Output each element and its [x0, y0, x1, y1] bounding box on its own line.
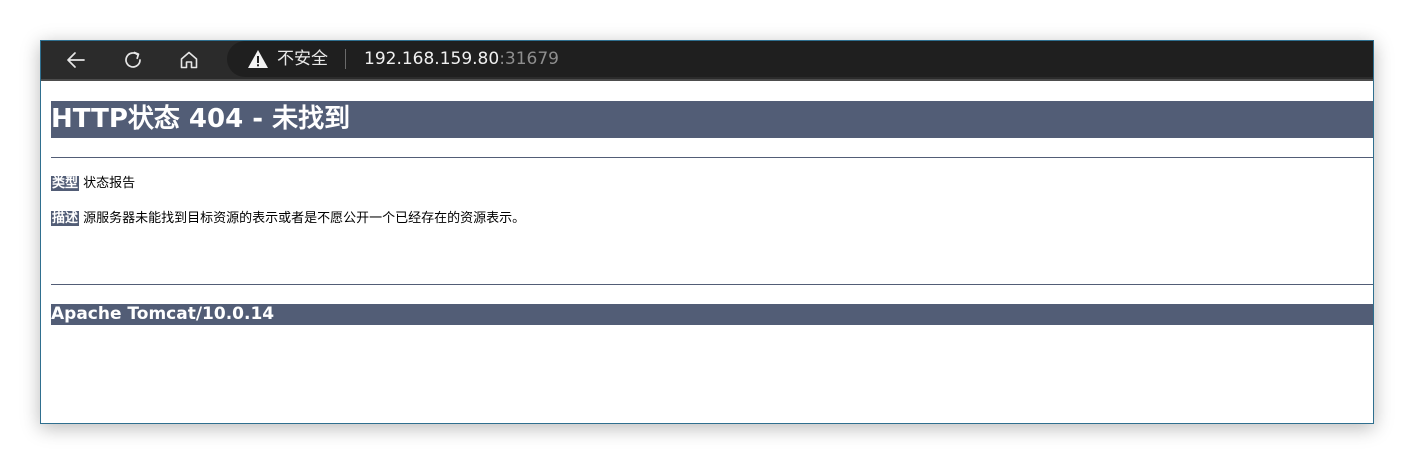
browser-toolbar: 不安全 192.168.159.80:31679 — [41, 41, 1373, 81]
url-port: :31679 — [499, 49, 559, 69]
security-status-label[interactable]: 不安全 — [277, 47, 328, 71]
arrow-left-icon — [67, 52, 85, 68]
page-content: HTTP状态 404 - 未找到 类型 状态报告 描述 源服务器未能找到目标资源… — [41, 81, 1373, 423]
type-label: 类型 — [51, 176, 80, 191]
type-value: 状态报告 — [83, 176, 136, 191]
description-line: 描述 源服务器未能找到目标资源的表示或者是不愿公开一个已经存在的资源表示。 — [51, 210, 525, 228]
warning-triangle-icon[interactable] — [247, 48, 269, 70]
url-text[interactable]: 192.168.159.80:31679 — [364, 47, 559, 71]
type-line: 类型 状态报告 — [51, 175, 135, 193]
page-title: HTTP状态 404 - 未找到 — [51, 101, 1373, 138]
home-button[interactable] — [174, 45, 204, 75]
server-signature: Apache Tomcat/10.0.14 — [51, 304, 1373, 325]
divider-top — [51, 157, 1373, 158]
home-icon — [180, 51, 198, 69]
address-divider — [345, 49, 346, 69]
description-value: 源服务器未能找到目标资源的表示或者是不愿公开一个已经存在的资源表示。 — [83, 211, 526, 226]
back-button[interactable] — [61, 45, 91, 75]
browser-window: 不安全 192.168.159.80:31679 HTTP状态 404 - 未找… — [40, 40, 1374, 424]
description-label: 描述 — [51, 211, 80, 226]
divider-bottom — [51, 284, 1373, 285]
address-bar[interactable]: 不安全 192.168.159.80:31679 — [227, 41, 1373, 77]
url-host: 192.168.159.80 — [364, 49, 500, 69]
reload-button[interactable] — [118, 45, 148, 75]
reload-icon — [125, 51, 141, 68]
